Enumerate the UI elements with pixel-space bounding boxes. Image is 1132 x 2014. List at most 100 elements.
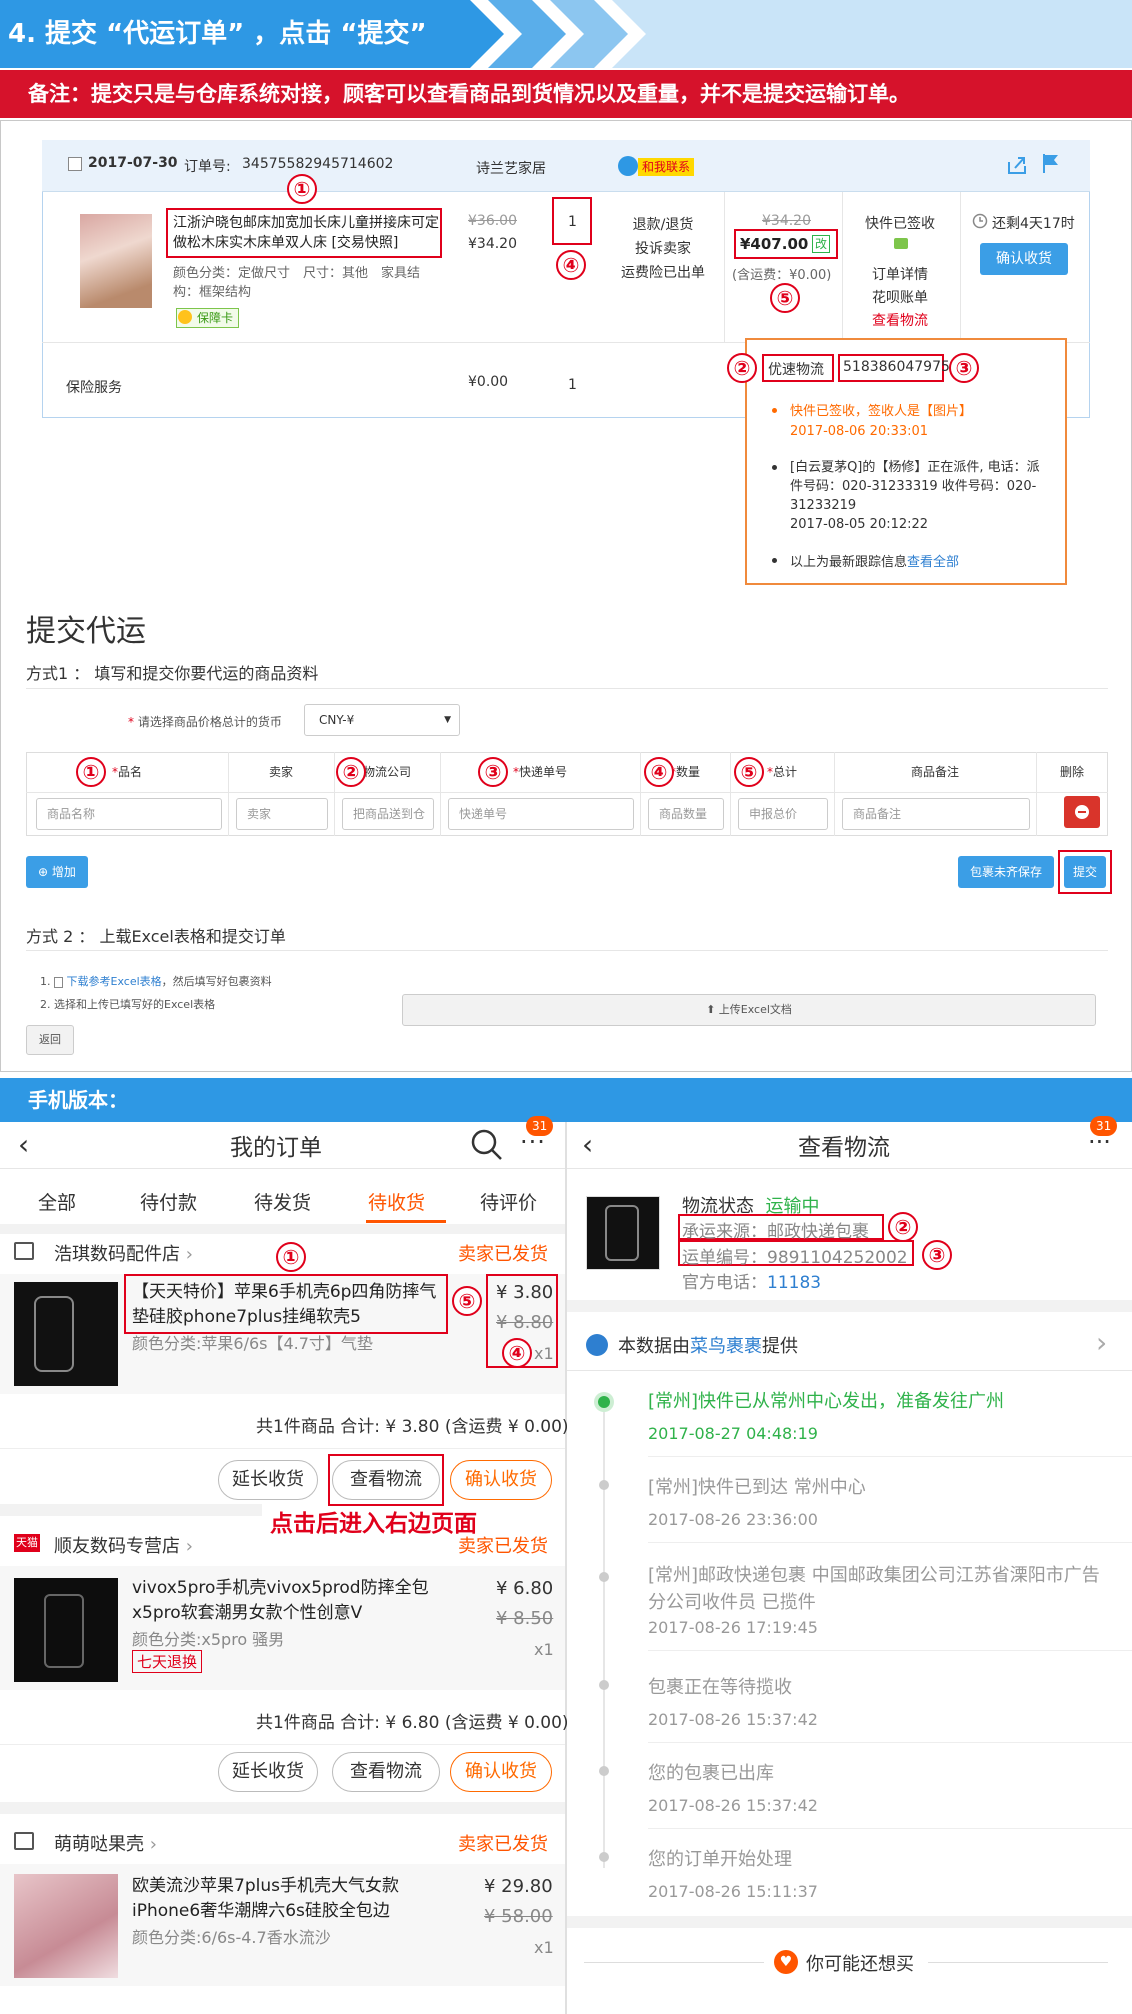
waybill-number: 运单编号：9891104252002 xyxy=(682,1248,908,1268)
return-badge: 七天退换 xyxy=(132,1650,203,1673)
shop-name[interactable]: 顺友数码专营店 › xyxy=(54,1532,193,1558)
marker-2: ② xyxy=(888,1212,918,1242)
table-header-line xyxy=(26,792,1108,793)
timeline-event: [常州]快件已到达 常州中心 xyxy=(648,1477,866,1498)
col-label: 数量 xyxy=(675,765,700,779)
contact-seller[interactable]: 和我联系 xyxy=(638,158,695,176)
flag-icon[interactable] xyxy=(1040,152,1062,174)
tracking-input[interactable]: 快递单号 xyxy=(448,798,634,830)
hint-text: 点击后进入右边页面 xyxy=(270,1511,477,1537)
extend-receipt-button[interactable]: 延长收货 xyxy=(218,1460,318,1500)
product-title[interactable]: 江浙沪晓包邮床加宽加长床儿童拼接床可定做松木床实木床单双人床 [交易快照] xyxy=(173,213,439,253)
col-seller: 卖家 xyxy=(268,765,293,779)
download-template-link[interactable]: 下载参考Excel表格 xyxy=(67,975,162,988)
timeline-event: 您的包裹已出库 xyxy=(648,1763,774,1784)
back-icon[interactable]: ‹ xyxy=(582,1128,593,1161)
qty-input[interactable]: 商品数量 xyxy=(648,798,724,830)
tab-to-review[interactable]: 待评价 xyxy=(480,1188,537,1215)
phone-link[interactable]: 11183 xyxy=(767,1273,821,1293)
marker-1: ① xyxy=(76,757,106,787)
huabei-link[interactable]: 花呗账单 xyxy=(850,287,950,310)
col-sep xyxy=(228,752,229,836)
note-bar: 备注：提交只是与仓库系统对接，顾客可以查看商品到货情况以及重量，并不是提交运输订… xyxy=(0,70,1132,118)
product-thumbnail[interactable] xyxy=(14,1874,118,1978)
insurance-link[interactable]: 运费险已出单 xyxy=(616,261,710,285)
refund-link[interactable]: 退款/退货 xyxy=(616,213,710,237)
divider xyxy=(584,1962,764,1963)
tab-all[interactable]: 全部 xyxy=(38,1188,76,1215)
phone-case-shape xyxy=(34,1296,74,1372)
provider-name: 菜鸟裹裹 xyxy=(690,1336,762,1357)
confirm-receipt-button[interactable]: 确认收货 xyxy=(450,1460,552,1500)
product-thumbnail[interactable] xyxy=(14,1578,118,1682)
share-icon[interactable] xyxy=(1006,154,1028,176)
view-logistics-button[interactable]: 查看物流 xyxy=(332,1752,440,1792)
product-thumbnail[interactable] xyxy=(80,214,152,308)
confirm-receipt-button[interactable]: 确认收货 xyxy=(450,1752,552,1792)
screen-title: 查看物流 xyxy=(798,1135,890,1161)
recommend-title: 你可能还想买 xyxy=(806,1954,914,1975)
back-icon[interactable]: ‹ xyxy=(18,1128,29,1161)
marker-1: ① xyxy=(276,1242,306,1272)
chevron-right-icon: › xyxy=(185,1536,193,1557)
product-thumbnail[interactable] xyxy=(14,1282,118,1386)
status-links: 订单详情 花呗账单 查看物流 xyxy=(850,264,950,333)
price-changed-mark: 改 xyxy=(812,235,830,253)
data-provider[interactable]: 本数据由菜鸟裹裹提供 xyxy=(618,1332,798,1358)
note-input[interactable]: 商品备注 xyxy=(842,798,1030,830)
popup-footer: 以上为最新跟踪信息查看全部 xyxy=(790,551,959,570)
goods-name-input[interactable]: 商品名称 xyxy=(36,798,222,830)
cainiao-icon xyxy=(586,1334,608,1356)
product-title[interactable]: 欧美流沙苹果7plus手机壳大气女款iPhone6奢华潮牌六6s硅胶全包边 xyxy=(132,1874,442,1924)
col-sep xyxy=(640,752,641,836)
shop-name-text: 顺友数码专营店 xyxy=(54,1536,180,1557)
view-all-link[interactable]: 查看全部 xyxy=(907,555,959,570)
total-input[interactable]: 申报总价 xyxy=(738,798,828,830)
shop-name[interactable]: 萌萌哒果壳 › xyxy=(54,1830,157,1856)
phone-label: 官方电话： xyxy=(682,1273,767,1293)
excel-file-icon xyxy=(54,976,63,988)
upload-excel-button[interactable]: ⬆ 上传Excel文档 xyxy=(402,994,1096,1026)
extend-receipt-button[interactable]: 延长收货 xyxy=(218,1752,318,1792)
search-icon[interactable] xyxy=(470,1128,504,1162)
chevron-right-icon[interactable]: › xyxy=(1096,1326,1107,1359)
save-draft-button[interactable]: 包裹未齐保存 xyxy=(958,856,1054,888)
shop-name[interactable]: 诗兰艺家居 xyxy=(476,158,546,178)
popup-item-time: 2017-08-06 20:33:01 xyxy=(790,424,929,439)
delete-row-button[interactable] xyxy=(1064,796,1100,828)
guarantee-icon xyxy=(178,310,192,324)
order-date: 2017-07-30 xyxy=(88,155,178,171)
carrier-source: 承运来源：邮政快递包裹 xyxy=(682,1222,869,1242)
marker-3: ③ xyxy=(949,353,979,383)
item-qty: x1 xyxy=(534,1344,554,1363)
product-title[interactable]: 【天天特价】苹果6手机壳6p四角防摔气垫硅胶phone7plus挂绳软壳5 xyxy=(132,1280,442,1330)
timeline-dot xyxy=(599,1766,609,1776)
product-attr: 颜色分类:6/6s-4.7香水流沙 xyxy=(132,1928,331,1947)
order-detail-link[interactable]: 订单详情 xyxy=(850,264,950,287)
method1-heading: 方式1 ： 填写和提交你要代运的商品资料 xyxy=(26,664,319,683)
complain-link[interactable]: 投诉卖家 xyxy=(616,237,710,261)
col-tracking: *快递单号 xyxy=(512,765,567,779)
tab-to-pay[interactable]: 待付款 xyxy=(140,1188,197,1215)
submit-button[interactable]: 提交 xyxy=(1064,856,1106,888)
seller-input[interactable]: 卖家 xyxy=(236,798,328,830)
tab-to-ship[interactable]: 待发货 xyxy=(254,1188,311,1215)
order-checkbox[interactable] xyxy=(68,157,82,171)
currency-select[interactable]: CNY-¥ ▼ xyxy=(304,704,460,736)
shop-name[interactable]: 浩琪数码配件店 › xyxy=(54,1240,193,1266)
product-title[interactable]: vivox5pro手机壳vivox5prod防摔全包x5pro软套潮男女款个性创… xyxy=(132,1576,442,1626)
confirm-receipt-button[interactable]: 确认收货 xyxy=(980,243,1068,275)
view-logistics-link[interactable]: 查看物流 xyxy=(850,310,950,333)
tab-to-receive[interactable]: 待收货 xyxy=(368,1188,425,1215)
divider xyxy=(26,950,1108,951)
marker-5: ⑤ xyxy=(452,1286,482,1316)
add-row-button[interactable]: ⊕ 增加 xyxy=(26,856,88,888)
col-sep xyxy=(730,752,731,836)
divider xyxy=(0,1168,565,1169)
back-button[interactable]: 返回 xyxy=(26,1025,74,1055)
product-thumbnail[interactable] xyxy=(586,1196,660,1270)
wangwang-icon[interactable] xyxy=(894,238,908,249)
divider xyxy=(567,1168,1132,1169)
carrier-input[interactable]: 把商品送到仓 xyxy=(342,798,434,830)
chat-icon[interactable] xyxy=(618,156,638,176)
